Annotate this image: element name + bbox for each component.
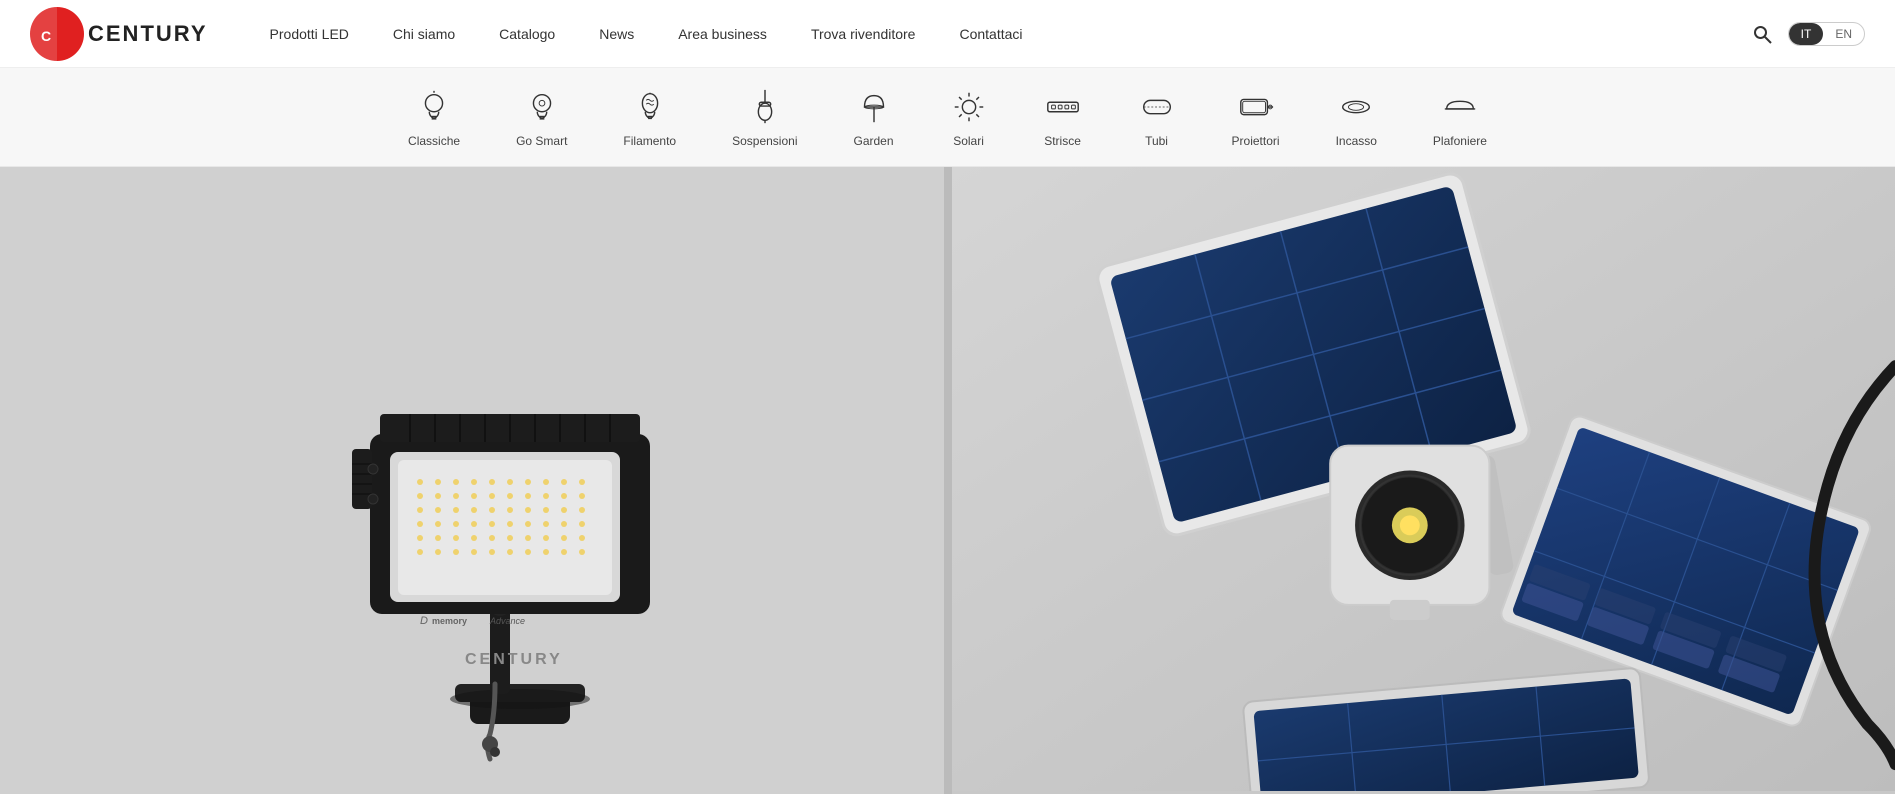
projector-icon	[1237, 88, 1275, 126]
cat-garden-label: Garden	[854, 134, 894, 148]
cat-sospensioni[interactable]: Sospensioni	[704, 80, 825, 156]
nav-contattaci[interactable]: Contattaci	[937, 0, 1044, 68]
lang-it-button[interactable]: IT	[1789, 23, 1824, 45]
cat-filamento-label: Filamento	[623, 134, 676, 148]
header-actions: IT EN	[1748, 20, 1865, 48]
bulb-smart-icon	[523, 88, 561, 126]
nav-trova-rivenditore[interactable]: Trova rivenditore	[789, 0, 938, 68]
nav-area-business[interactable]: Area business	[656, 0, 789, 68]
solar-illustration	[952, 167, 1895, 791]
pendant-icon	[746, 88, 784, 126]
garden-lamp-icon	[855, 88, 893, 126]
hero-left[interactable]: D memory Advance CENTURY	[0, 167, 944, 794]
logo-icon: C	[30, 7, 84, 61]
bulb-classic-icon	[415, 88, 453, 126]
cat-filamento[interactable]: Filamento	[595, 80, 704, 156]
svg-text:C: C	[41, 28, 52, 44]
cat-tubi-label: Tubi	[1145, 134, 1168, 148]
cat-proiettori-label: Proiettori	[1232, 134, 1280, 148]
cat-strisce[interactable]: Strisce	[1016, 80, 1110, 156]
floodlight-illustration: D memory Advance CENTURY	[280, 204, 760, 764]
cat-incasso-label: Incasso	[1336, 134, 1377, 148]
svg-text:memory: memory	[432, 616, 467, 626]
cat-classiche[interactable]: Classiche	[380, 80, 488, 156]
cat-plafoniere[interactable]: Plafoniere	[1405, 80, 1515, 156]
cat-garden[interactable]: Garden	[826, 80, 922, 156]
hero-section: D memory Advance CENTURY	[0, 167, 1895, 794]
logo[interactable]: C CENTURY	[30, 7, 208, 61]
main-header: C CENTURY Prodotti LED Chi siamo Catalog…	[0, 0, 1895, 68]
hero-right[interactable]	[952, 167, 1895, 794]
search-button[interactable]	[1748, 20, 1776, 48]
cat-proiettori[interactable]: Proiettori	[1204, 80, 1308, 156]
cat-go-smart[interactable]: Go Smart	[488, 80, 595, 156]
cat-incasso[interactable]: Incasso	[1308, 80, 1405, 156]
svg-text:D: D	[420, 615, 428, 627]
cat-plafoniere-label: Plafoniere	[1433, 134, 1487, 148]
ceiling-icon	[1441, 88, 1479, 126]
bulb-filament-icon	[631, 88, 669, 126]
strip-icon	[1044, 88, 1082, 126]
nav-chi-siamo[interactable]: Chi siamo	[371, 0, 477, 68]
cat-solari[interactable]: Solari	[922, 80, 1016, 156]
tube-icon	[1138, 88, 1176, 126]
cat-tubi[interactable]: Tubi	[1110, 80, 1204, 156]
main-nav: Prodotti LED Chi siamo Catalogo News Are…	[248, 0, 1748, 68]
cat-sospensioni-label: Sospensioni	[732, 134, 797, 148]
lang-en-button[interactable]: EN	[1823, 23, 1864, 45]
search-icon	[1752, 24, 1772, 44]
language-switcher: IT EN	[1788, 22, 1865, 46]
recessed-icon	[1337, 88, 1375, 126]
svg-text:Advance: Advance	[489, 616, 525, 626]
logo-brand: CENTURY	[88, 23, 208, 45]
svg-text:CENTURY: CENTURY	[465, 651, 563, 668]
category-bar: Classiche Go Smart Filamento Sospensioni…	[0, 68, 1895, 167]
solar-icon	[950, 88, 988, 126]
hero-divider	[944, 167, 952, 794]
cat-classiche-label: Classiche	[408, 134, 460, 148]
nav-prodotti-led[interactable]: Prodotti LED	[248, 0, 371, 68]
cat-go-smart-label: Go Smart	[516, 134, 567, 148]
cat-strisce-label: Strisce	[1044, 134, 1081, 148]
nav-catalogo[interactable]: Catalogo	[477, 0, 577, 68]
nav-news[interactable]: News	[577, 0, 656, 68]
cat-solari-label: Solari	[953, 134, 984, 148]
